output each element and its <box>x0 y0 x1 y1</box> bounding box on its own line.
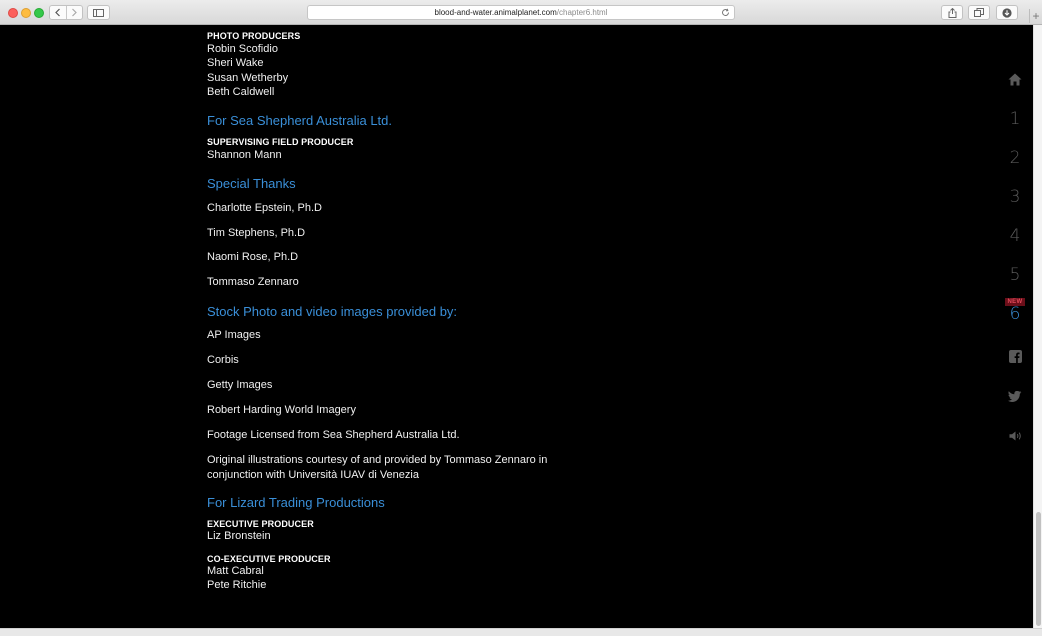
credit-name: Tommaso Zennaro <box>207 276 299 288</box>
sidebar-icon <box>93 8 104 17</box>
twitter-icon <box>1007 390 1022 402</box>
role-label: SUPERVISING FIELD PRODUCER <box>207 137 354 147</box>
twitter-share-button[interactable] <box>995 390 1035 408</box>
chapter-nav: 1 2 3 4 5 NEW 6 <box>995 25 1035 628</box>
credit-name: Robin Scofidio <box>207 43 278 55</box>
role-label: EXECUTIVE PRODUCER <box>207 519 314 529</box>
browser-toolbar: blood-and-water.animalplanet.com/chapter… <box>0 0 1042 25</box>
zoom-window-button[interactable] <box>34 8 44 18</box>
back-button[interactable] <box>50 6 66 19</box>
role-label: PHOTO PRODUCERS <box>207 31 301 41</box>
section-heading: For Sea Shepherd Australia Ltd. <box>207 113 393 128</box>
chevron-right-icon <box>72 8 78 17</box>
chapter-2-link[interactable]: 2 <box>995 148 1035 168</box>
section-heading: Special Thanks <box>207 176 296 191</box>
credit-name: Liz Bronstein <box>207 530 271 542</box>
section-heading: Stock Photo and video images provided by… <box>207 304 458 319</box>
section-heading: For Lizard Trading Productions <box>207 495 385 510</box>
credit-name: Robert Harding World Imagery <box>207 404 356 416</box>
address-bar[interactable]: blood-and-water.animalplanet.com/chapter… <box>307 5 735 20</box>
home-icon <box>1008 73 1022 86</box>
credit-name: Corbis <box>207 354 239 366</box>
home-button[interactable] <box>995 73 1035 91</box>
credit-name: Shannon Mann <box>207 149 282 161</box>
chapter-1-link[interactable]: 1 <box>995 109 1035 129</box>
credit-name: Getty Images <box>207 379 273 391</box>
credit-name: AP Images <box>207 329 261 341</box>
credit-name: Sheri Wake <box>207 57 264 69</box>
share-button[interactable] <box>941 5 963 20</box>
download-icon <box>1002 7 1012 18</box>
chapter-6-link[interactable]: 6 <box>995 304 1035 324</box>
facebook-icon <box>1008 350 1022 363</box>
new-tab-button[interactable]: + <box>1029 9 1042 23</box>
url-path: /chapter6.html <box>556 8 608 17</box>
illustrations-note: Original illustrations courtesy of and p… <box>207 454 548 481</box>
share-icon <box>948 7 956 18</box>
forward-button[interactable] <box>65 6 83 19</box>
credit-name: Pete Ritchie <box>207 579 267 591</box>
downloads-button[interactable] <box>996 5 1018 20</box>
chapter-5-link[interactable]: 5 <box>995 265 1035 285</box>
credit-name: Footage Licensed from Sea Shepherd Austr… <box>207 429 460 441</box>
chapter-3-link[interactable]: 3 <box>995 187 1035 207</box>
close-window-button[interactable] <box>8 8 18 18</box>
tabs-icon <box>974 8 984 17</box>
minimize-window-button[interactable] <box>21 8 31 18</box>
role-label: CO-EXECUTIVE PRODUCER <box>207 554 331 564</box>
window-bottom-edge <box>0 628 1042 636</box>
chapter-4-link[interactable]: 4 <box>995 226 1035 246</box>
vertical-scrollbar[interactable] <box>1033 25 1042 628</box>
credit-name: Naomi Rose, Ph.D <box>207 251 299 263</box>
sound-toggle-button[interactable] <box>995 428 1035 446</box>
credit-name: Charlotte Epstein, Ph.D <box>207 202 322 214</box>
credit-name: Susan Wetherby <box>207 72 289 84</box>
speaker-icon <box>1009 431 1021 441</box>
url-host: blood-and-water.animalplanet.com <box>434 8 557 17</box>
chevron-left-icon <box>54 8 60 17</box>
tabs-overview-button[interactable] <box>968 5 990 20</box>
credit-name: Matt Cabral <box>207 565 264 577</box>
credit-name: Tim Stephens, Ph.D <box>207 227 306 239</box>
reload-icon[interactable] <box>721 8 730 17</box>
history-nav <box>49 5 83 20</box>
credit-name: Beth Caldwell <box>207 86 275 98</box>
sidebar-toggle-button[interactable] <box>87 5 110 20</box>
facebook-share-button[interactable] <box>995 350 1035 368</box>
scrollbar-thumb[interactable] <box>1036 512 1041 626</box>
